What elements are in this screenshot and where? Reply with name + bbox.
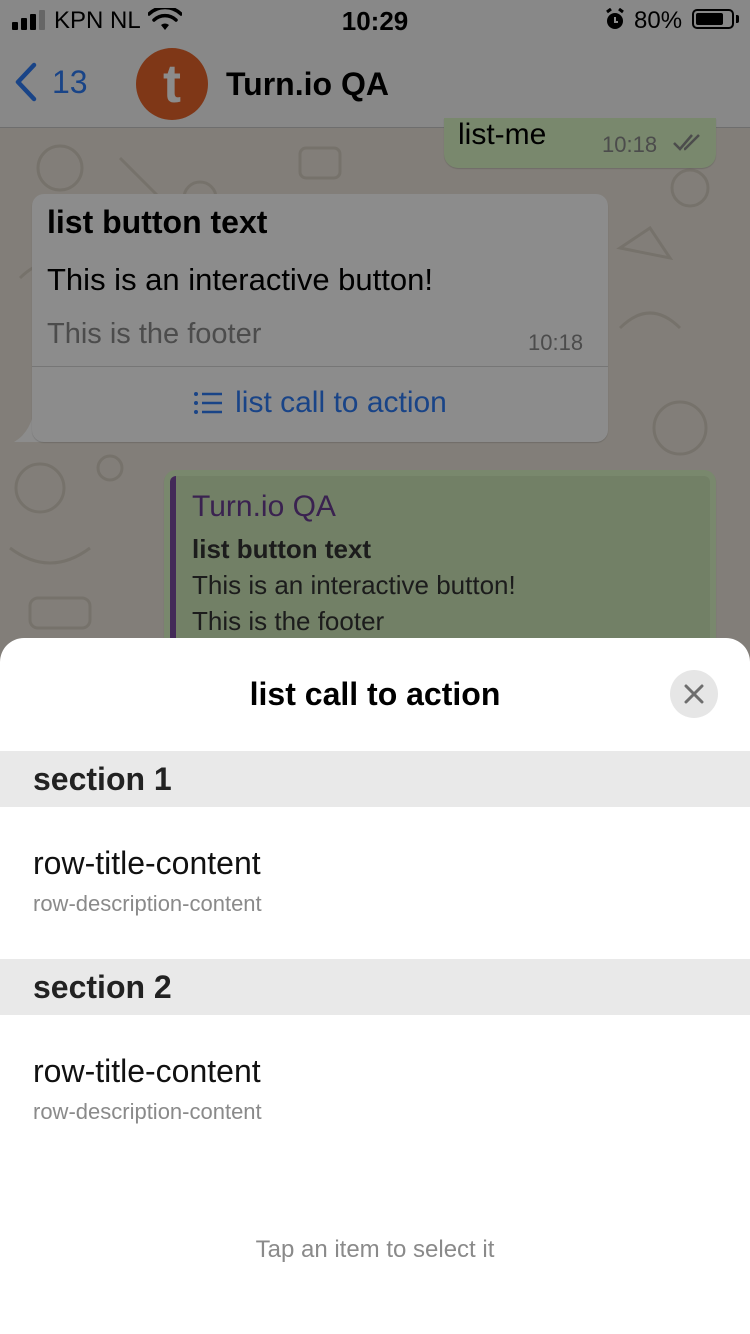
section-header: section 2 bbox=[0, 959, 750, 1015]
section-title: section 1 bbox=[33, 761, 172, 797]
close-icon bbox=[684, 684, 704, 704]
row-title: row-title-content bbox=[33, 845, 261, 881]
row-description: row-description-content bbox=[33, 1099, 262, 1124]
row-description: row-description-content bbox=[33, 891, 262, 916]
list-bottom-sheet: list call to action section 1 row-title-… bbox=[0, 638, 750, 1334]
section-header: section 1 bbox=[0, 751, 750, 807]
close-button[interactable] bbox=[670, 670, 718, 718]
list-item[interactable]: row-title-content row-description-conten… bbox=[0, 1015, 750, 1167]
sheet-title: list call to action bbox=[249, 676, 501, 712]
sheet-hint: Tap an item to select it bbox=[255, 1236, 495, 1263]
row-title: row-title-content bbox=[33, 1053, 261, 1089]
list-item[interactable]: row-title-content row-description-conten… bbox=[0, 807, 750, 959]
section-title: section 2 bbox=[33, 969, 172, 1005]
